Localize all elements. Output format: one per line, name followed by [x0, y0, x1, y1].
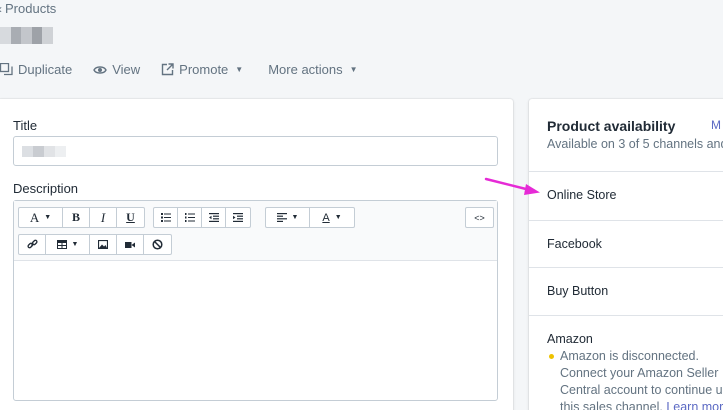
- code-view-button[interactable]: <>: [466, 208, 493, 227]
- more-actions-button[interactable]: More actions ▼: [268, 62, 357, 77]
- insert-link-button[interactable]: [19, 235, 46, 254]
- title-input[interactable]: [13, 136, 498, 166]
- more-actions-label: More actions: [268, 62, 343, 77]
- bold-button[interactable]: B: [63, 208, 90, 227]
- caret-down-icon: ▼: [334, 214, 342, 221]
- view-label: View: [112, 62, 141, 77]
- page-title: [0, 27, 53, 44]
- code-group: <>: [465, 207, 494, 228]
- eye-icon: [93, 65, 107, 74]
- font-style-label: A: [29, 209, 40, 225]
- caret-down-icon: ▼: [349, 65, 358, 74]
- learn-more-link[interactable]: Learn more: [666, 400, 723, 410]
- description-editor[interactable]: A ▼ B I U ▼ A ▼ <> ▼: [13, 200, 498, 401]
- amazon-status-text: this sales channel.: [560, 400, 663, 410]
- divider: [529, 171, 723, 172]
- insert-table-button[interactable]: ▼: [46, 235, 90, 254]
- divider: [529, 220, 723, 221]
- numbered-list-button[interactable]: [178, 208, 202, 227]
- external-link-icon: [161, 63, 174, 76]
- text-format-group: A ▼ B I U: [18, 207, 145, 228]
- annotation-arrow-icon: [484, 177, 540, 195]
- align-icon: [276, 213, 287, 222]
- insert-image-button[interactable]: [90, 235, 117, 254]
- editor-toolbar: A ▼ B I U ▼ A ▼ <> ▼: [14, 201, 497, 261]
- insert-video-button[interactable]: [117, 235, 144, 254]
- chevron-left-icon: ‹: [0, 2, 2, 16]
- caret-down-icon: ▼: [44, 214, 52, 221]
- duplicate-icon: [0, 63, 13, 76]
- caret-down-icon: ▼: [235, 65, 244, 74]
- insert-group: ▼: [18, 234, 172, 255]
- outdent-icon: [208, 213, 219, 222]
- warning-bullet-icon: [549, 354, 554, 359]
- amazon-status-line: this sales channel. Learn more: [560, 400, 723, 410]
- caret-down-icon: ▼: [291, 214, 299, 221]
- amazon-status-line: Amazon is disconnected.: [560, 349, 699, 363]
- text-color-label: A: [322, 211, 330, 224]
- channel-buy-button: Buy Button: [547, 284, 609, 298]
- numbered-list-icon: [184, 213, 195, 222]
- clear-formatting-button[interactable]: [144, 235, 171, 254]
- align-button[interactable]: ▼: [266, 208, 310, 227]
- italic-button[interactable]: I: [90, 208, 117, 227]
- manage-availability-link[interactable]: M: [711, 118, 721, 132]
- font-style-button[interactable]: A ▼: [19, 208, 63, 227]
- duplicate-button[interactable]: Duplicate: [0, 62, 72, 77]
- availability-subtitle: Available on 3 of 5 channels and: [547, 137, 723, 151]
- channel-amazon: Amazon: [547, 332, 593, 346]
- bullet-list-button[interactable]: [154, 208, 178, 227]
- caret-down-icon: ▼: [71, 241, 79, 248]
- divider: [529, 267, 723, 268]
- indent-icon: [233, 213, 243, 222]
- channel-online-store: Online Store: [547, 188, 617, 202]
- divider: [529, 315, 723, 316]
- availability-title: Product availability: [547, 118, 676, 134]
- indent-button[interactable]: [226, 208, 250, 227]
- promote-button[interactable]: Promote ▼: [161, 62, 243, 77]
- breadcrumb-products-link[interactable]: Products: [5, 1, 56, 16]
- description-content-area[interactable]: [14, 262, 497, 400]
- amazon-status-line: Central account to continue us: [560, 383, 723, 397]
- outdent-button[interactable]: [202, 208, 226, 227]
- duplicate-label: Duplicate: [18, 62, 73, 77]
- list-group: [153, 207, 251, 228]
- channel-facebook: Facebook: [547, 237, 602, 251]
- title-label: Title: [13, 118, 38, 133]
- promote-label: Promote: [179, 62, 229, 77]
- view-button[interactable]: View: [93, 62, 140, 77]
- title-input-value: [22, 146, 66, 157]
- table-icon: [56, 240, 67, 249]
- breadcrumb[interactable]: ‹ Products: [0, 1, 56, 16]
- description-label: Description: [13, 181, 79, 196]
- bullet-list-icon: [160, 213, 171, 222]
- image-icon: [98, 240, 108, 249]
- underline-button[interactable]: U: [117, 208, 144, 227]
- clear-format-icon: [152, 239, 163, 250]
- text-color-button[interactable]: A ▼: [310, 208, 354, 227]
- align-group: ▼ A ▼: [265, 207, 355, 228]
- video-icon: [125, 241, 135, 248]
- amazon-status-line: Connect your Amazon Seller: [560, 366, 719, 380]
- link-icon: [26, 239, 38, 249]
- page-actions: Duplicate View Promote ▼ More actions ▼: [0, 62, 379, 77]
